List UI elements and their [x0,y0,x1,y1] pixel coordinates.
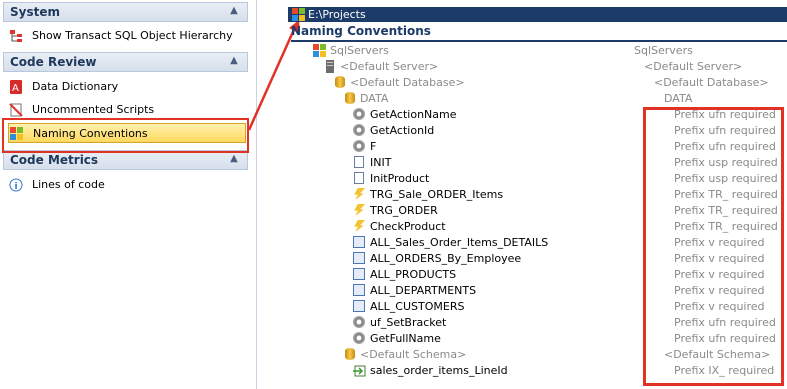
tree-node-label: ALL_PRODUCTS [370,268,457,281]
results-highlight-box [643,107,784,386]
tree-node-value: <Default Server> [644,60,743,73]
page-title: Naming Conventions [291,24,431,38]
procedure-icon [353,172,367,186]
tree-node-label: TRG_Sale_ORDER_Items [370,188,504,201]
function-icon [353,140,367,154]
tree-node-label: ALL_Sales_Order_Items_DETAILS [370,236,549,249]
view-icon [353,268,367,282]
function-icon [353,316,367,330]
tree-node-value: DATA [664,92,693,105]
view-icon [353,252,367,266]
tree-node-label: GetFullName [370,332,441,345]
function-icon [353,108,367,122]
tree-node-label: F [370,140,377,153]
windows-logo-icon [292,8,305,24]
schema-icon [343,92,357,106]
tree-node-label: SqlServers [330,44,389,57]
sqlservers-icon [313,44,327,58]
tree-node-label: uf_SetBracket [370,316,447,329]
tree-node-label: GetActionId [370,124,435,137]
tree-node-value: SqlServers [634,44,693,57]
index-icon [353,364,367,378]
page-title-bar: Naming Conventions [291,23,787,42]
tree-node-label: CheckProduct [370,220,446,233]
tree-node-label: <Default Server> [340,60,439,73]
trigger-icon [353,220,367,234]
tree-node-label: TRG_ORDER [370,204,438,217]
tree-node-label: GetActionName [370,108,457,121]
view-icon [353,236,367,250]
tree-node-label: InitProduct [370,172,430,185]
schema-icon [343,348,357,362]
function-icon [353,124,367,138]
database-icon [333,76,347,90]
path-label: E:\Projects [308,8,366,21]
tree-node-value: <Default Database> [654,76,769,89]
view-icon [353,300,367,314]
server-icon [323,60,337,74]
trigger-icon [353,204,367,218]
tree-node-label: DATA [360,92,389,105]
tree-node-label: ALL_DEPARTMENTS [370,284,477,297]
trigger-icon [353,188,367,202]
tree-node-label: ALL_ORDERS_By_Employee [370,252,522,265]
tree-node-label: sales_order_items_LineId [370,364,508,377]
tree-node-label: INIT [370,156,392,169]
tree-node-label: ALL_CUSTOMERS [370,300,465,313]
tree-node-label: <Default Schema> [360,348,467,361]
function-icon [353,332,367,346]
path-bar: E:\Projects [288,7,787,22]
procedure-icon [353,156,367,170]
view-icon [353,284,367,298]
tree-node-label: <Default Database> [350,76,465,89]
